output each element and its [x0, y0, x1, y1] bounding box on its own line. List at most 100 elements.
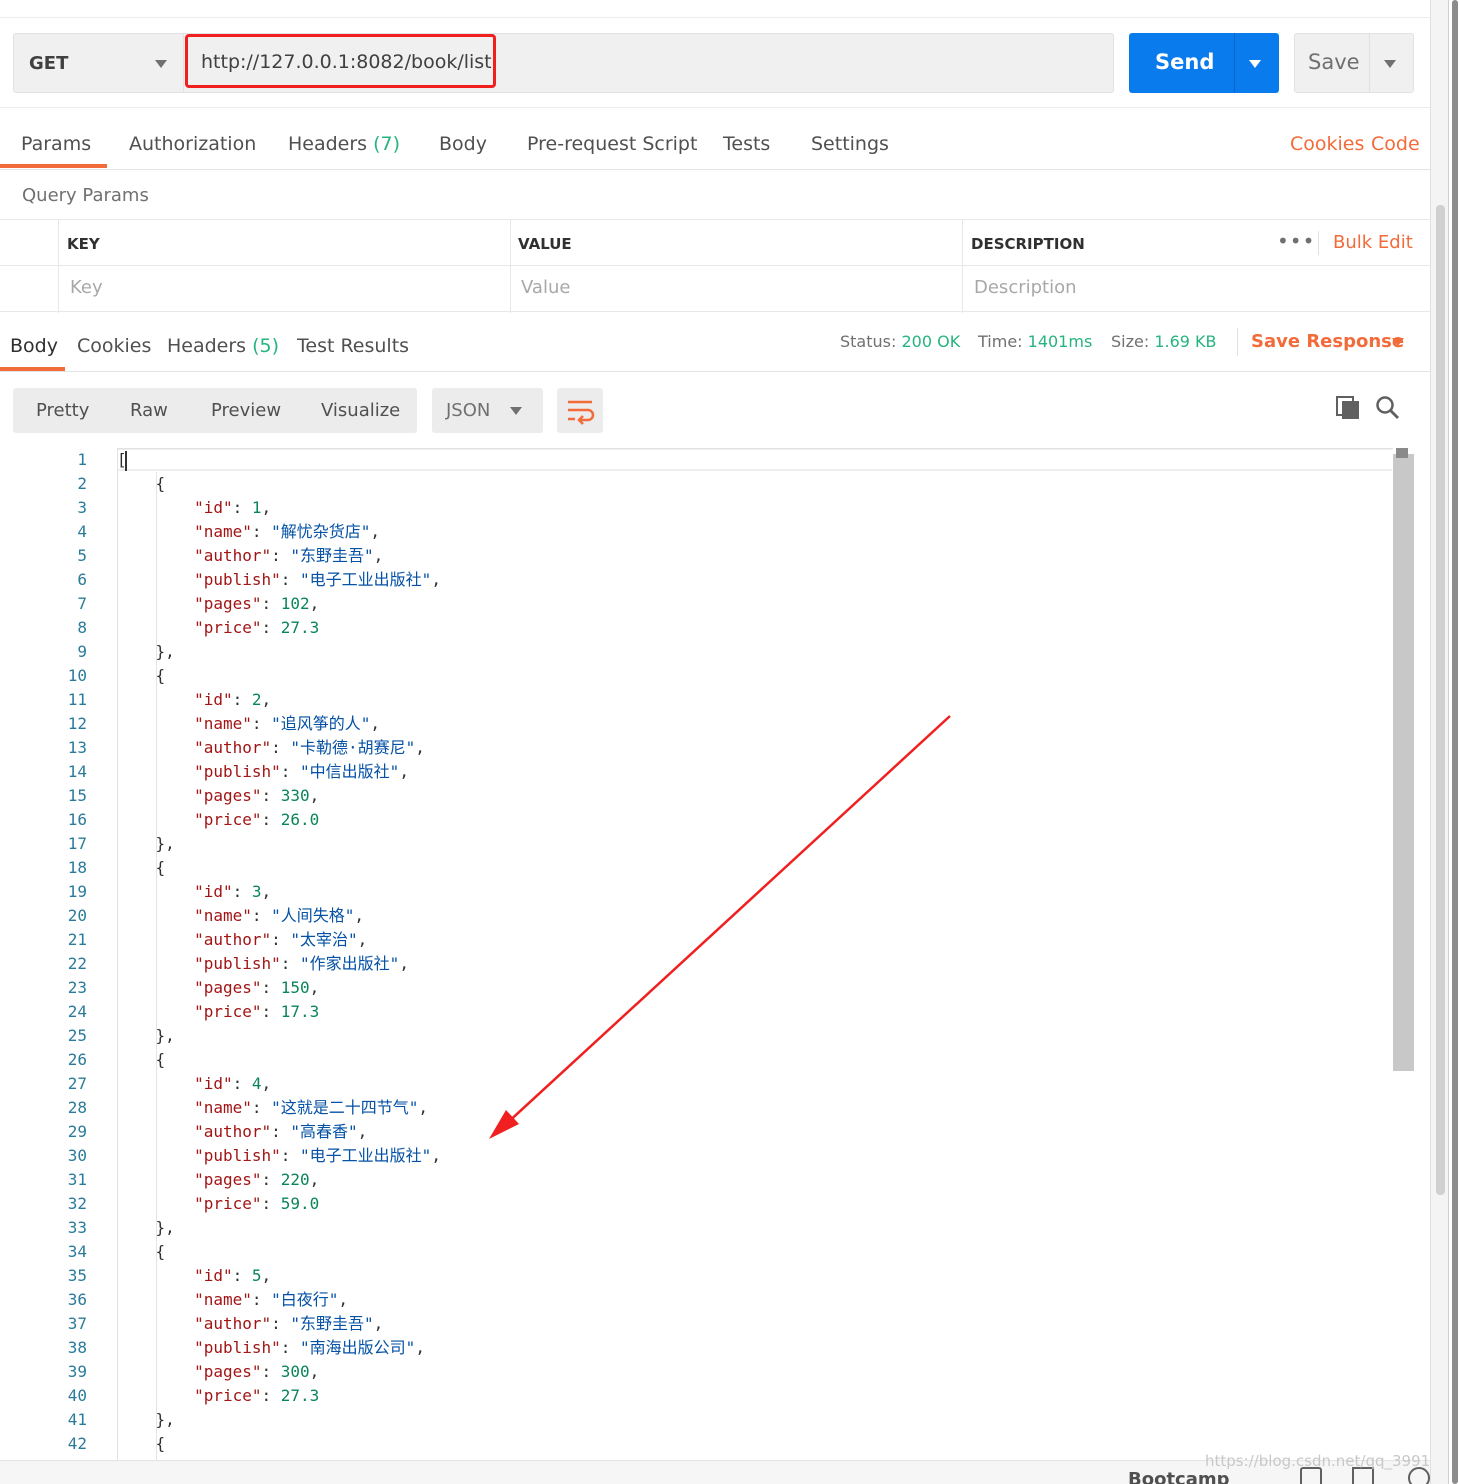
- page-scrollbar-thumb[interactable]: [1436, 205, 1445, 1195]
- tab-authorization[interactable]: Authorization: [129, 133, 256, 155]
- line-source: "name": "人间失格",: [194, 906, 365, 925]
- search-icon[interactable]: [1375, 395, 1401, 421]
- line-number: 30: [67, 1146, 87, 1165]
- value-input[interactable]: Value: [521, 277, 570, 298]
- line-number: 13: [67, 738, 87, 757]
- json-key: "publish": [194, 570, 281, 589]
- scroll-up-arrow-icon[interactable]: [1396, 448, 1408, 458]
- bootcamp-link[interactable]: Bootcamp: [1128, 1469, 1230, 1484]
- line-number: 29: [67, 1122, 87, 1141]
- editor-scrollbar-thumb[interactable]: [1393, 454, 1414, 1071]
- chevron-down-icon: [155, 60, 167, 68]
- line-source: "publish": "南海出版公司",: [194, 1338, 425, 1357]
- status-readout: Status: 200 OK: [840, 332, 960, 351]
- url-input[interactable]: http://127.0.0.1:8082/book/list: [184, 33, 1114, 93]
- line-number: 27: [67, 1074, 87, 1093]
- line-source: "author": "卡勒德·胡赛尼",: [194, 738, 425, 757]
- view-mode-pretty[interactable]: Pretty: [36, 400, 89, 421]
- response-tab-headers-label: Headers: [167, 335, 247, 357]
- editor-scrollbar[interactable]: [1393, 448, 1414, 1460]
- column-header-description: DESCRIPTION: [971, 235, 1085, 253]
- column-header-key: KEY: [67, 235, 100, 253]
- meta-divider: [1237, 328, 1238, 356]
- params-table: KEY VALUE DESCRIPTION ••• Bulk Edit Key …: [0, 219, 1430, 313]
- json-string: "追风筝的人": [271, 714, 371, 733]
- line-source: "id": 2,: [194, 690, 272, 709]
- time-label: Time:: [978, 332, 1023, 351]
- request-bar-divider: [0, 107, 1430, 108]
- format-select[interactable]: JSON: [432, 388, 543, 433]
- save-response-button[interactable]: Save Response: [1251, 331, 1404, 352]
- code-link[interactable]: Code: [1371, 133, 1420, 155]
- save-options-chevron-icon[interactable]: [1384, 60, 1396, 68]
- line-source: "price": 26.0: [194, 810, 320, 829]
- response-tab-cookies[interactable]: Cookies: [77, 335, 151, 357]
- response-tab-test-results[interactable]: Test Results: [297, 335, 409, 357]
- line-source: {: [117, 666, 166, 685]
- bulk-edit-link[interactable]: Bulk Edit: [1333, 232, 1413, 253]
- line-source: },: [117, 642, 175, 661]
- line-number: 31: [67, 1170, 87, 1189]
- json-key: "publish": [194, 762, 281, 781]
- json-string: "电子工业出版社": [300, 570, 432, 589]
- status-value: 200 OK: [901, 332, 961, 351]
- method-select[interactable]: GET: [13, 33, 184, 93]
- line-number: 34: [67, 1242, 87, 1261]
- line-source: "author": "东野圭吾",: [194, 546, 384, 565]
- cookies-link[interactable]: Cookies: [1290, 133, 1364, 155]
- response-tab-body[interactable]: Body: [10, 335, 58, 357]
- key-input[interactable]: Key: [70, 277, 103, 298]
- chevron-down-icon: [510, 407, 522, 415]
- line-number: 8: [77, 618, 87, 637]
- tab-params[interactable]: Params: [21, 133, 91, 155]
- tab-headers[interactable]: Headers (7): [288, 133, 400, 155]
- window-scrollbar[interactable]: [1448, 0, 1459, 1484]
- request-tabs-divider: [0, 169, 1430, 170]
- line-number: 18: [67, 858, 87, 877]
- view-mode-preview[interactable]: Preview: [211, 400, 281, 421]
- json-string: "作家出版社": [300, 954, 400, 973]
- send-label: Send: [1155, 50, 1215, 74]
- copy-icon[interactable]: [1335, 395, 1361, 421]
- more-options-icon[interactable]: •••: [1277, 229, 1315, 253]
- line-number: 19: [67, 882, 87, 901]
- line-source: "price": 59.0: [194, 1194, 320, 1213]
- description-input[interactable]: Description: [974, 277, 1077, 298]
- json-key: "author": [194, 738, 272, 757]
- json-key: "price": [194, 1002, 262, 1021]
- time-readout: Time: 1401ms: [978, 332, 1092, 351]
- wrap-lines-button[interactable]: [557, 388, 603, 433]
- tab-body[interactable]: Body: [439, 133, 487, 155]
- save-button[interactable]: Save: [1294, 33, 1414, 93]
- json-number: 300: [280, 1362, 310, 1381]
- view-mode-raw[interactable]: Raw: [130, 400, 168, 421]
- line-number: 38: [67, 1338, 87, 1357]
- line-number: 42: [67, 1434, 87, 1453]
- line-source: "author": "高春香",: [194, 1122, 368, 1141]
- view-mode-visualize[interactable]: Visualize: [321, 400, 400, 421]
- line-number: 24: [67, 1002, 87, 1021]
- tab-pre-request-script[interactable]: Pre-request Script: [527, 133, 697, 155]
- tab-headers-count: (7): [373, 133, 401, 155]
- line-number: 28: [67, 1098, 87, 1117]
- json-key: "price": [194, 1386, 262, 1405]
- tab-settings[interactable]: Settings: [811, 133, 889, 155]
- status-label: Status:: [840, 332, 897, 351]
- json-number: 5: [251, 1266, 262, 1285]
- tab-tests[interactable]: Tests: [723, 133, 770, 155]
- send-button[interactable]: Send: [1129, 33, 1279, 93]
- line-number: 3: [77, 498, 87, 517]
- response-body-editor[interactable]: 1[2 {3 "id": 1, 4 "name": "解忧杂货店", 5 "auth…: [0, 448, 1414, 1460]
- json-key: "price": [194, 1194, 262, 1213]
- line-source: "pages": 102,: [194, 594, 320, 613]
- line-number: 23: [67, 978, 87, 997]
- response-tab-headers[interactable]: Headers (5): [167, 335, 279, 357]
- json-key: "price": [194, 618, 262, 637]
- line-source: "pages": 330,: [194, 786, 320, 805]
- send-options-chevron-icon[interactable]: [1249, 60, 1261, 68]
- page-scrollbar[interactable]: [1430, 0, 1459, 1484]
- save-response-chevron-icon[interactable]: [1392, 338, 1404, 346]
- json-number: 220: [280, 1170, 310, 1189]
- json-key: "name": [194, 906, 252, 925]
- json-key: "id": [194, 1266, 233, 1285]
